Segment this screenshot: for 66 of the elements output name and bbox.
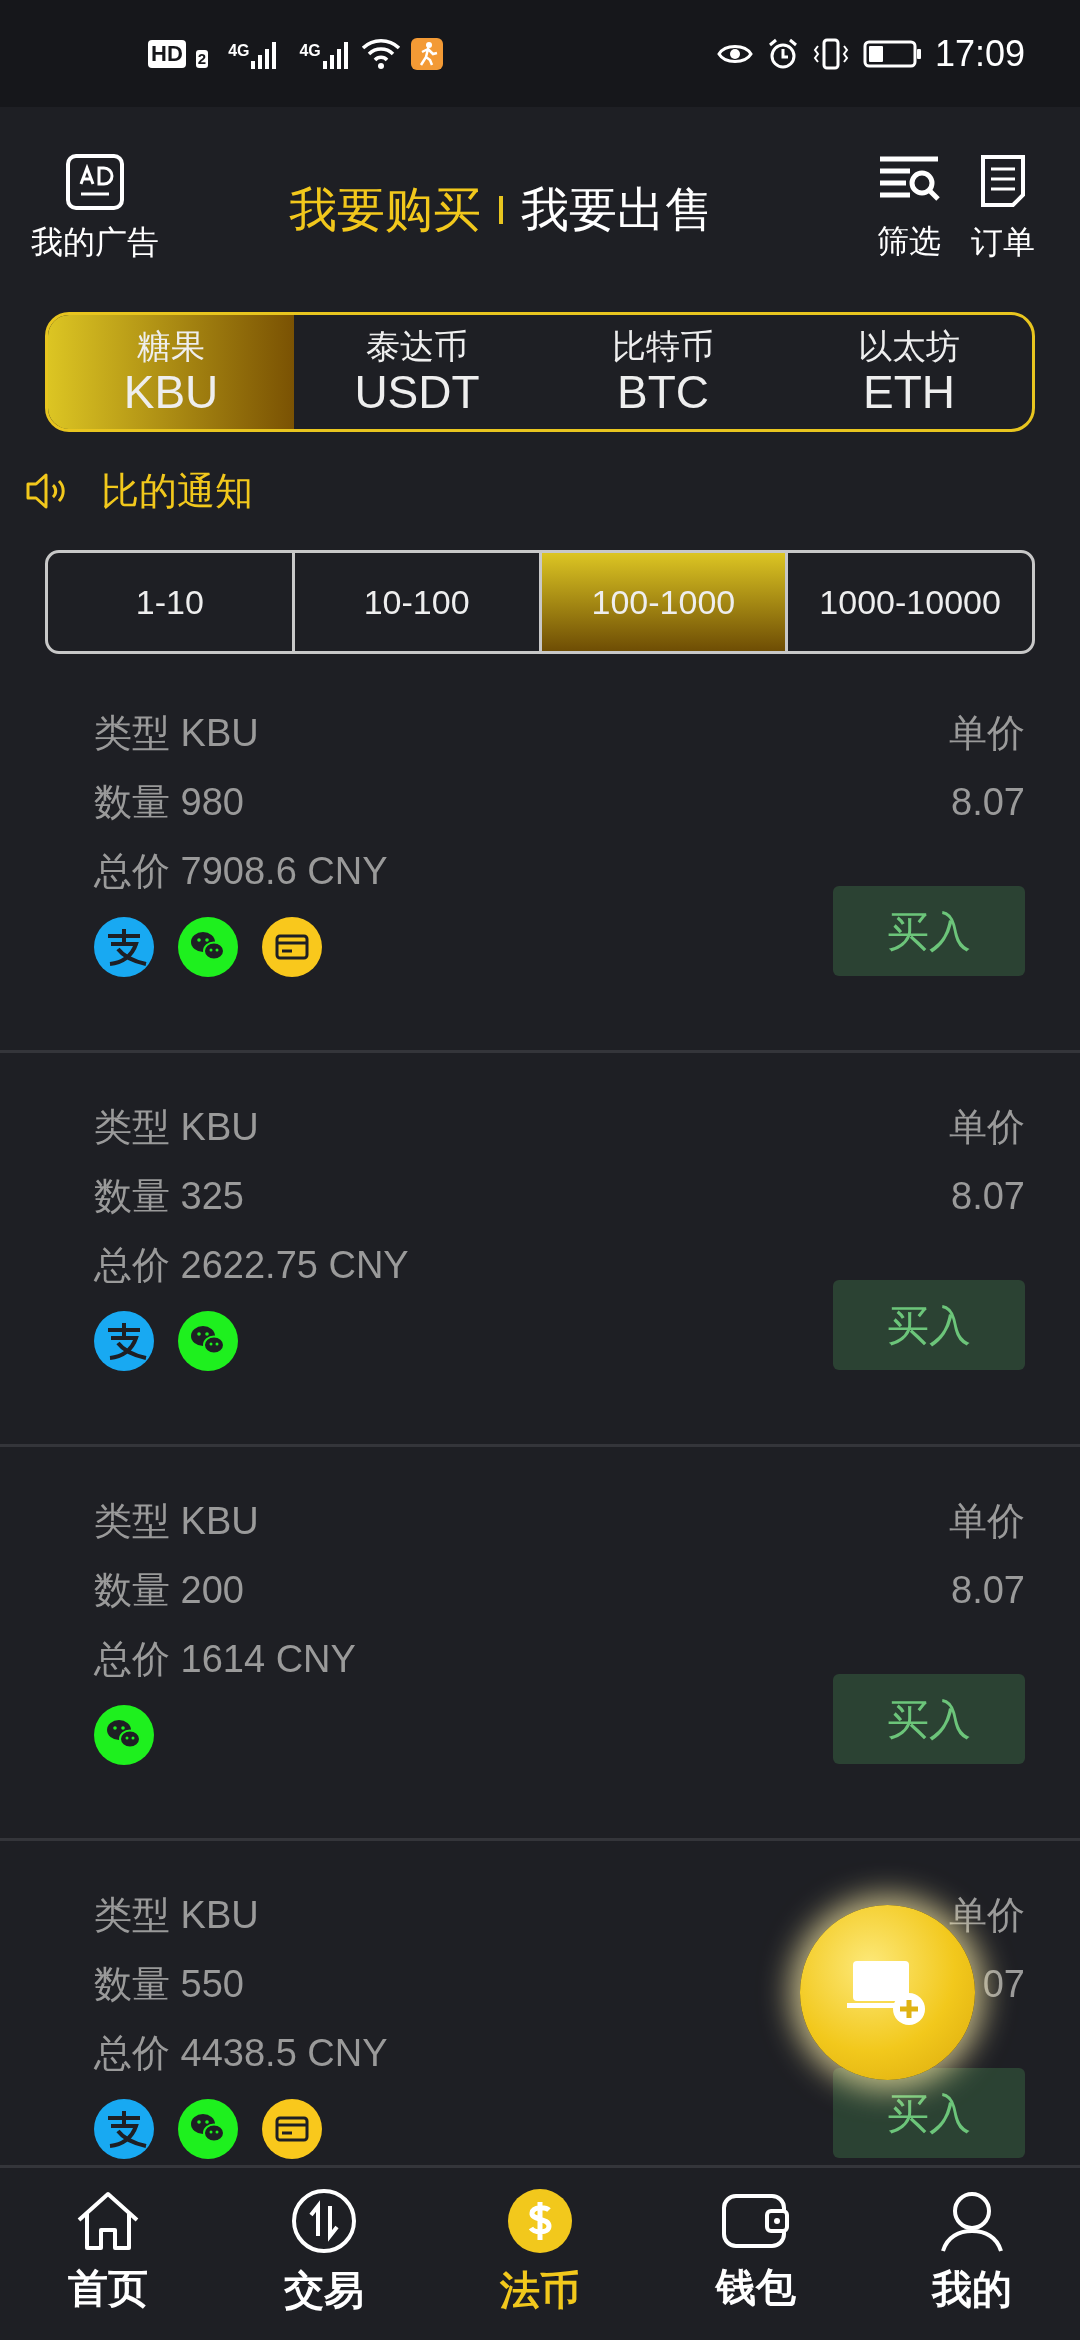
battery-icon (862, 39, 921, 68)
unit-price-label: 单价 (949, 711, 1025, 756)
wechat-icon (178, 2099, 238, 2159)
mode-tab[interactable]: 我要购买 (289, 173, 481, 246)
runner-icon (410, 37, 443, 70)
document-icon[interactable] (980, 153, 1026, 208)
wallet-icon (721, 2191, 791, 2251)
unit-price-value: 8.07 (951, 780, 1025, 825)
unit-price-label: 单价 (949, 1893, 1025, 1938)
coin-tab[interactable]: 比特币 BTC (540, 315, 786, 429)
clock: 17:09 (934, 31, 1025, 76)
alipay-icon (94, 1311, 154, 1371)
arrows-icon (291, 2188, 357, 2254)
card-icon (262, 2099, 322, 2159)
hd-badge: HD (148, 39, 186, 68)
type-text: 类型 KBU (94, 711, 260, 756)
alipay-icon (94, 917, 154, 977)
nav-tab[interactable]: 首页 (68, 2258, 148, 2318)
unit-price-label: 单价 (949, 1105, 1025, 1150)
total-price-text: 总价 4438.5 CNY (94, 2031, 389, 2076)
unit-price-value: 8.07 (951, 1174, 1025, 1219)
quantity-text: 数量 200 (94, 1568, 245, 1613)
unit-price-label: 单价 (949, 1499, 1025, 1544)
sim-badge: 2 (195, 49, 209, 68)
range-tab[interactable]: 1-10 (48, 553, 292, 651)
ad-icon (66, 153, 124, 210)
buy-button[interactable]: 买入 (833, 1674, 1025, 1764)
wifi-icon (360, 37, 401, 70)
network-label: 4G (299, 40, 321, 61)
quantity-text: 数量 980 (94, 780, 245, 825)
nav-tab[interactable]: 我的 (932, 2259, 1012, 2319)
type-text: 类型 KBU (94, 1499, 260, 1544)
network-label: 4G (228, 40, 250, 61)
buy-button[interactable]: 买入 (833, 886, 1025, 976)
total-price-text: 总价 2622.75 CNY (94, 1243, 410, 1288)
alarm-icon (766, 37, 799, 70)
total-price-text: 总价 7908.6 CNY (94, 849, 389, 894)
unit-price-value: 07 (982, 1962, 1025, 2007)
buy-button[interactable]: 买入 (833, 1280, 1025, 1370)
quantity-text: 数量 550 (94, 1962, 245, 2007)
mode-tab[interactable]: 我要出售 (521, 173, 713, 246)
vibrate-icon (812, 37, 849, 70)
buy-button[interactable]: 买入 (833, 2068, 1025, 2158)
wechat-icon (94, 1705, 154, 1765)
person-icon (939, 2189, 1005, 2253)
coin-tab[interactable]: 泰达币 USDT (294, 315, 540, 429)
wechat-icon (178, 1311, 238, 1371)
nav-tab[interactable]: 钱包 (716, 2257, 796, 2317)
coin-tab[interactable]: 以太坊 ETH (786, 315, 1032, 429)
alipay-icon (94, 2099, 154, 2159)
type-text: 类型 KBU (94, 1105, 260, 1150)
wechat-icon (178, 917, 238, 977)
total-price-text: 总价 1614 CNY (94, 1637, 357, 1682)
nav-tab[interactable]: 交易 (284, 2260, 364, 2320)
unit-price-value: 8.07 (951, 1568, 1025, 1613)
card-icon (262, 917, 322, 977)
my-ads-label[interactable]: 我的广告 (31, 217, 159, 266)
dollar-icon (507, 2188, 573, 2254)
range-tab[interactable]: 1000-10000 (785, 553, 1032, 651)
notice-text: 比的通知 (101, 468, 253, 514)
quantity-text: 数量 325 (94, 1174, 245, 1219)
nav-tab[interactable]: 法币 (500, 2260, 580, 2320)
type-text: 类型 KBU (94, 1893, 260, 1938)
filter-label[interactable]: 筛选 (877, 216, 941, 265)
orders-label[interactable]: 订单 (971, 217, 1035, 266)
home-icon (75, 2190, 141, 2252)
